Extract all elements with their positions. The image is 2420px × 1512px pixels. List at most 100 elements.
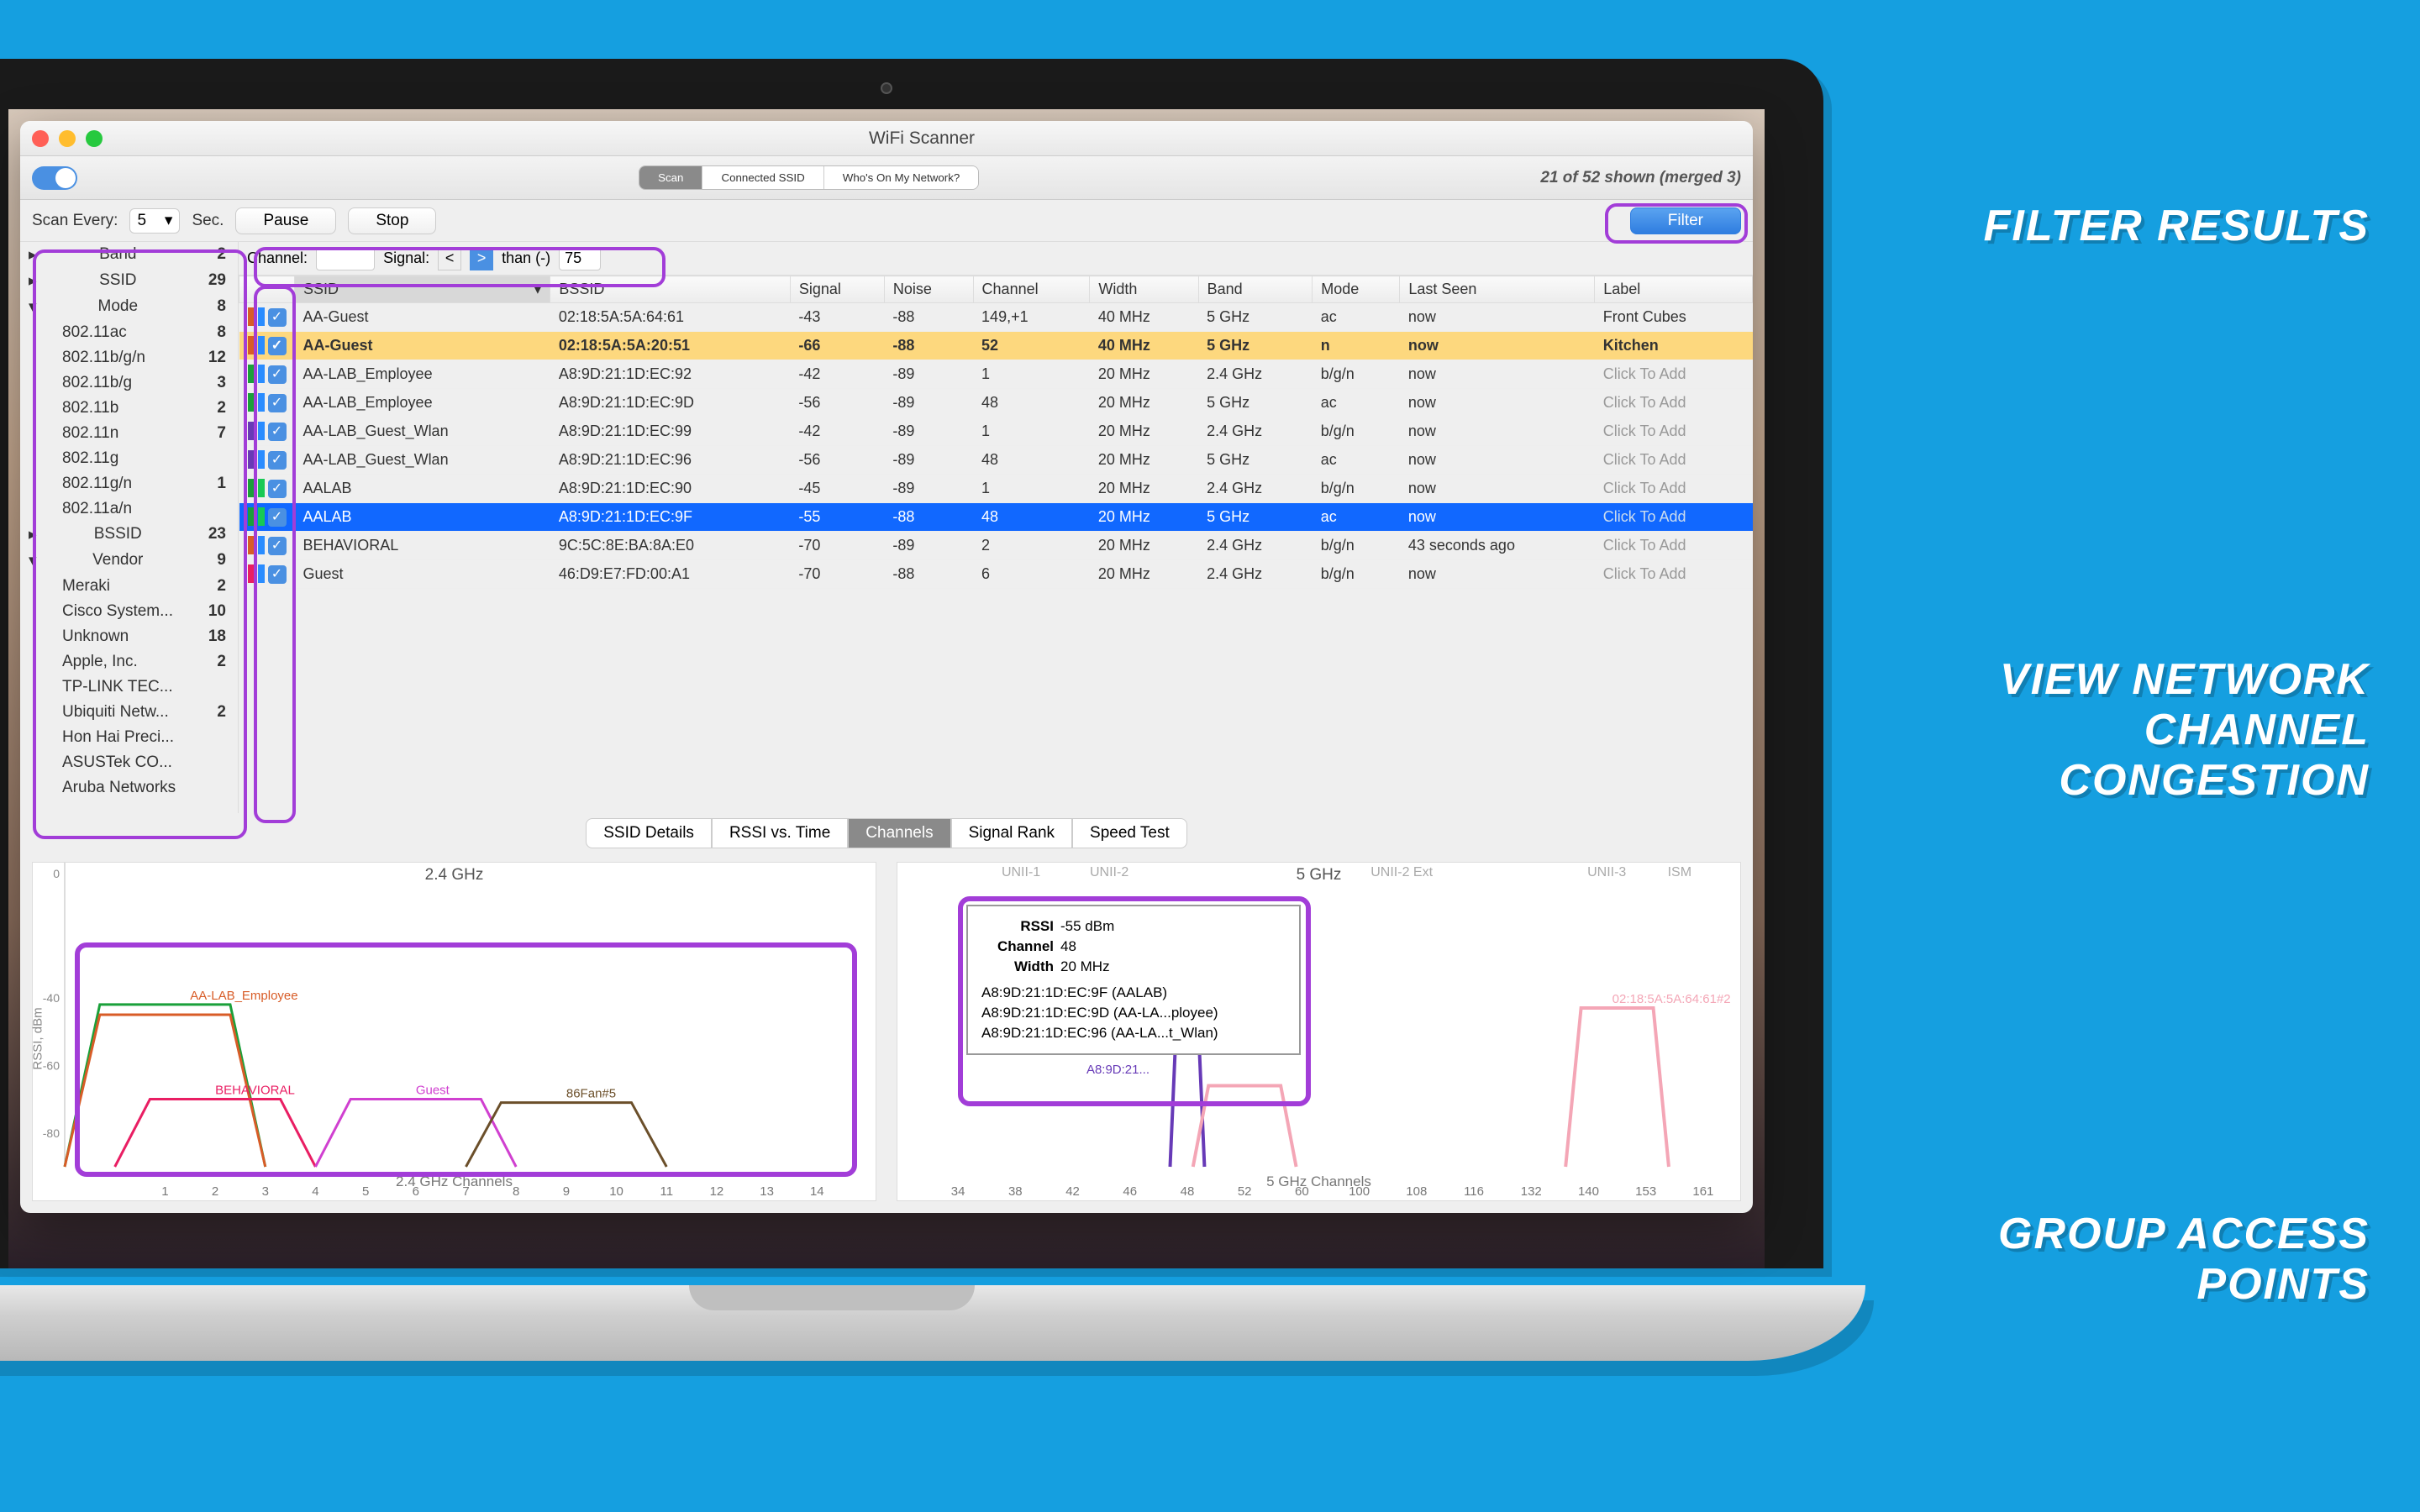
filter-button[interactable]: Filter [1630,207,1741,234]
chart-24ghz: 2.4 GHz RSSI, dBm -40-60-800AA-LAB_Emplo… [32,862,876,1201]
networks-table[interactable]: SSID ▾BSSIDSignalNoiseChannelWidthBandMo… [239,276,1753,813]
sidebar-item[interactable]: Ubiquiti Netw...2 [20,700,238,725]
col-header[interactable]: Signal [790,276,884,303]
sidebar-item[interactable]: TP-LINK TEC... [20,675,238,700]
table-row[interactable]: ✓AA-LAB_EmployeeA8:9D:21:1D:EC:9D-56-894… [239,389,1753,417]
table-row[interactable]: ✓AALABA8:9D:21:1D:EC:9F-55-884820 MHz5 G… [239,503,1753,532]
table-row[interactable]: ✓AA-LAB_Guest_WlanA8:9D:21:1D:EC:99-42-8… [239,417,1753,446]
minimize-icon[interactable] [59,130,76,147]
sidebar-item[interactable]: 802.11b/g3 [20,370,238,396]
detail-tab[interactable]: RSSI vs. Time [712,818,848,848]
detail-tab[interactable]: Speed Test [1072,818,1187,848]
detail-tab[interactable]: Channels [848,818,950,848]
channel-tooltip: RSSI-55 dBm Channel48 Width20 MHz A8:9D:… [966,905,1301,1055]
sidebar-item[interactable]: 802.11b/g/n12 [20,345,238,370]
channel-filter-input[interactable] [316,247,375,270]
col-header[interactable]: Label [1595,276,1753,303]
sidebar-item[interactable]: 802.11g/n1 [20,471,238,496]
titlebar: WiFi Scanner [20,121,1753,156]
sidebar-item[interactable]: ASUSTek CO... [20,750,238,775]
signal-lt-button[interactable]: < [438,247,461,270]
detail-tab[interactable]: Signal Rank [951,818,1072,848]
annotation-3: GROUP ACCESS POINTS [1899,1210,2370,1310]
scan-controls: Scan Every: 5▾ Sec. Pause Stop Filter [20,200,1753,242]
svg-text:0: 0 [53,867,60,880]
table-row[interactable]: ✓AA-LAB_Guest_WlanA8:9D:21:1D:EC:96-56-8… [239,446,1753,475]
chart-5ghz: 5 GHz UNII-1UNII-2UNII-2 ExtUNII-3ISMA8:… [897,862,1741,1201]
signal-filter-label: Signal: [383,249,429,267]
svg-text:ISM: ISM [1668,865,1691,879]
sidebar-item[interactable]: SSID29 [20,268,238,294]
sidebar-item[interactable]: 802.11a/n [20,496,238,522]
signal-value-input[interactable] [559,247,601,270]
tab-who-s-on-my-network-[interactable]: Who's On My Network? [823,166,979,189]
table-row[interactable]: ✓BEHAVIORAL9C:5C:8E:BA:8A:E0-70-89220 MH… [239,532,1753,560]
tab-connected-ssid[interactable]: Connected SSID [702,166,823,189]
svg-text:02:18:5A:5A:64:61#2: 02:18:5A:5A:64:61#2 [1612,992,1731,1006]
scan-every-label: Scan Every: [32,212,118,230]
col-header[interactable]: Noise [884,276,973,303]
tab-scan[interactable]: Scan [639,166,702,189]
laptop-camera [881,82,892,94]
table-row[interactable]: ✓Guest46:D9:E7:FD:00:A1-70-88620 MHz2.4 … [239,560,1753,589]
svg-text:A8:9D:21...: A8:9D:21... [1086,1063,1150,1077]
sidebar-item[interactable]: Vendor9 [20,548,238,574]
stop-button[interactable]: Stop [348,207,436,234]
pause-button[interactable]: Pause [235,207,336,234]
col-header[interactable]: Channel [973,276,1090,303]
toolbar: ScanConnected SSIDWho's On My Network? 2… [20,156,1753,200]
col-header[interactable]: Last Seen [1400,276,1595,303]
sidebar-item[interactable]: Mode8 [20,294,238,320]
sidebar-item[interactable]: Cisco System...10 [20,599,238,624]
sidebar-item[interactable]: 802.11n7 [20,421,238,446]
col-header[interactable]: Band [1198,276,1313,303]
svg-text:-60: -60 [43,1058,60,1072]
filter-sidebar: Band2SSID29Mode8802.11ac8802.11b/g/n1280… [20,242,239,813]
sidebar-item[interactable]: Aruba Networks [20,775,238,801]
sidebar-item[interactable]: Unknown18 [20,624,238,649]
table-row[interactable]: ✓AALABA8:9D:21:1D:EC:90-45-89120 MHz2.4 … [239,475,1753,503]
axis1-label: 2.4 GHz Channels [33,1173,876,1190]
scan-interval-select[interactable]: 5▾ [129,208,180,234]
scan-toggle[interactable] [32,166,77,190]
annotation-1: FILTER RESULTS [1984,202,2370,252]
channel-filter-label: Channel: [247,249,308,267]
svg-text:86Fan#5: 86Fan#5 [566,1087,616,1101]
svg-text:UNII-2 Ext: UNII-2 Ext [1370,865,1433,879]
sidebar-item[interactable]: 802.11g [20,446,238,471]
svg-text:UNII-2: UNII-2 [1090,865,1128,879]
sidebar-item[interactable]: BSSID23 [20,522,238,548]
sidebar-item[interactable]: 802.11ac8 [20,320,238,345]
status-count: 21 of 52 shown (merged 3) [1540,169,1741,187]
table-row[interactable]: ✓AA-Guest02:18:5A:5A:64:61-43-88149,+140… [239,303,1753,332]
col-header[interactable]: SSID ▾ [295,276,550,303]
window-title: WiFi Scanner [103,129,1741,149]
sidebar-item[interactable]: Apple, Inc.2 [20,649,238,675]
svg-text:AA-LAB_Employee: AA-LAB_Employee [190,989,297,1003]
svg-text:BEHAVIORAL: BEHAVIORAL [215,1084,295,1098]
detail-tabs: SSID DetailsRSSI vs. TimeChannelsSignal … [32,818,1741,848]
col-header[interactable]: Mode [1313,276,1400,303]
svg-text:UNII-1: UNII-1 [1002,865,1040,879]
svg-text:-80: -80 [43,1126,60,1140]
zoom-icon[interactable] [86,130,103,147]
marketing-annotations: FILTER RESULTS VIEW NETWORK CHANNEL CONG… [1899,0,2370,1512]
sidebar-item[interactable]: Band2 [20,242,238,268]
col-header[interactable]: BSSID [550,276,790,303]
main-segment: ScanConnected SSIDWho's On My Network? [639,165,979,190]
wifi-scanner-window: WiFi Scanner ScanConnected SSIDWho's On … [20,121,1753,1213]
sidebar-item[interactable]: Meraki2 [20,574,238,599]
table-row[interactable]: ✓AA-LAB_EmployeeA8:9D:21:1D:EC:92-42-891… [239,360,1753,389]
detail-tab[interactable]: SSID Details [586,818,712,848]
than-label: than (-) [502,249,550,267]
svg-text:Guest: Guest [416,1084,450,1098]
sidebar-item[interactable]: 802.11b2 [20,396,238,421]
sidebar-item[interactable]: Hon Hai Preci... [20,725,238,750]
col-header[interactable] [239,276,295,303]
svg-text:UNII-3: UNII-3 [1587,865,1626,879]
table-row[interactable]: ✓AA-Guest02:18:5A:5A:20:51-66-885240 MHz… [239,332,1753,360]
col-header[interactable]: Width [1090,276,1198,303]
signal-gt-button[interactable]: > [470,247,493,270]
close-icon[interactable] [32,130,49,147]
axis2-label: 5 GHz Channels [897,1173,1740,1190]
